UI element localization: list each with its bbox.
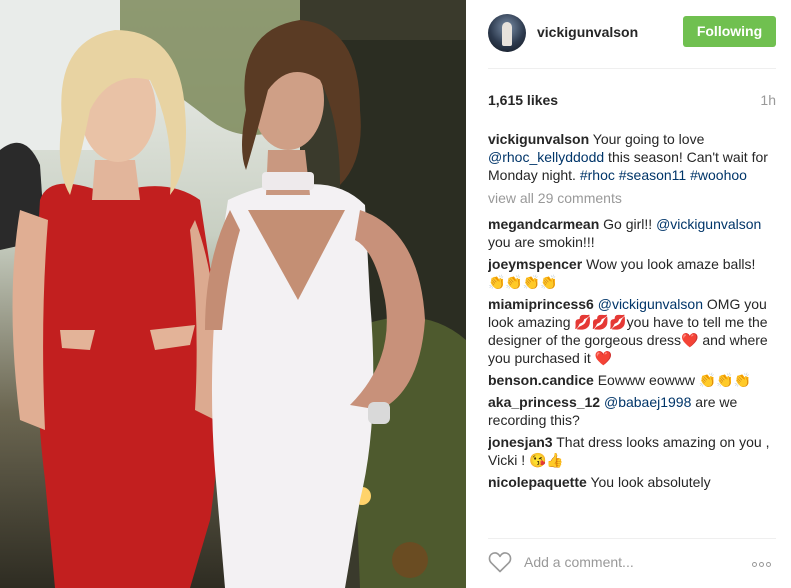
comments-list[interactable]: vickigunvalson Your going to love @rhoc_…	[488, 130, 776, 528]
likes-count[interactable]: 1,615 likes	[488, 92, 558, 108]
comment-item: aka_princess_12 @babaej1998 are we recor…	[488, 393, 776, 429]
caption-text-1: Your going to love	[592, 131, 705, 147]
comment-item: miamiprincess6 @vickigunvalson OMG you l…	[488, 295, 776, 367]
comment-username[interactable]: joeymspencer	[488, 256, 582, 272]
caption-username[interactable]: vickigunvalson	[488, 131, 589, 147]
post-side-panel: vickigunvalson Following 1,615 likes 1h …	[466, 0, 791, 588]
comment-text: Eowww eowww 👏👏👏	[597, 372, 752, 388]
heart-outline-icon[interactable]	[488, 551, 512, 573]
comment-username[interactable]: megandcarmean	[488, 216, 599, 232]
divider	[488, 68, 776, 69]
comment-username[interactable]: nicolepaquette	[488, 474, 587, 490]
likes-row: 1,615 likes 1h	[488, 92, 776, 110]
comment-username[interactable]: benson.candice	[488, 372, 594, 388]
comment-text: Go girl!!	[603, 216, 657, 232]
comment-text-end: you are smokin!!!	[488, 234, 595, 250]
comment-username[interactable]: jonesjan3	[488, 434, 553, 450]
comment-text: You look absolutely	[590, 474, 711, 490]
caption-hashtags[interactable]: #rhoc #season11 #woohoo	[580, 167, 747, 183]
post-photo[interactable]	[0, 0, 466, 588]
photo-illustration	[0, 0, 466, 588]
comment-item: jonesjan3 That dress looks amazing on yo…	[488, 433, 776, 469]
comment-item: nicolepaquette You look absolutely	[488, 473, 776, 491]
comment-username[interactable]: miamiprincess6	[488, 296, 594, 312]
username-link[interactable]: vickigunvalson	[537, 24, 638, 40]
add-comment-input[interactable]	[524, 550, 734, 574]
dot-icon	[759, 562, 764, 567]
comment-mention[interactable]: @babaej1998	[604, 394, 691, 410]
comment-item: megandcarmean Go girl!! @vickigunvalson …	[488, 215, 776, 251]
timestamp[interactable]: 1h	[760, 92, 776, 108]
avatar[interactable]	[488, 14, 526, 52]
caption: vickigunvalson Your going to love @rhoc_…	[488, 130, 776, 184]
comment-item: benson.candice Eowww eowww 👏👏👏	[488, 371, 776, 389]
post-header: vickigunvalson Following	[466, 0, 791, 68]
following-button[interactable]: Following	[683, 16, 776, 47]
view-all-comments-link[interactable]: view all 29 comments	[488, 189, 776, 207]
dot-icon	[766, 562, 771, 567]
comment-mention[interactable]: @vickigunvalson	[656, 216, 761, 232]
more-options-icon[interactable]	[752, 554, 776, 570]
comment-username[interactable]: aka_princess_12	[488, 394, 600, 410]
caption-mention[interactable]: @rhoc_kellyddodd	[488, 149, 604, 165]
comment-item: joeymspencer Wow you look amaze balls! 👏…	[488, 255, 776, 291]
comment-footer	[466, 539, 791, 588]
comment-mention[interactable]: @vickigunvalson	[598, 296, 703, 312]
dot-icon	[752, 562, 757, 567]
